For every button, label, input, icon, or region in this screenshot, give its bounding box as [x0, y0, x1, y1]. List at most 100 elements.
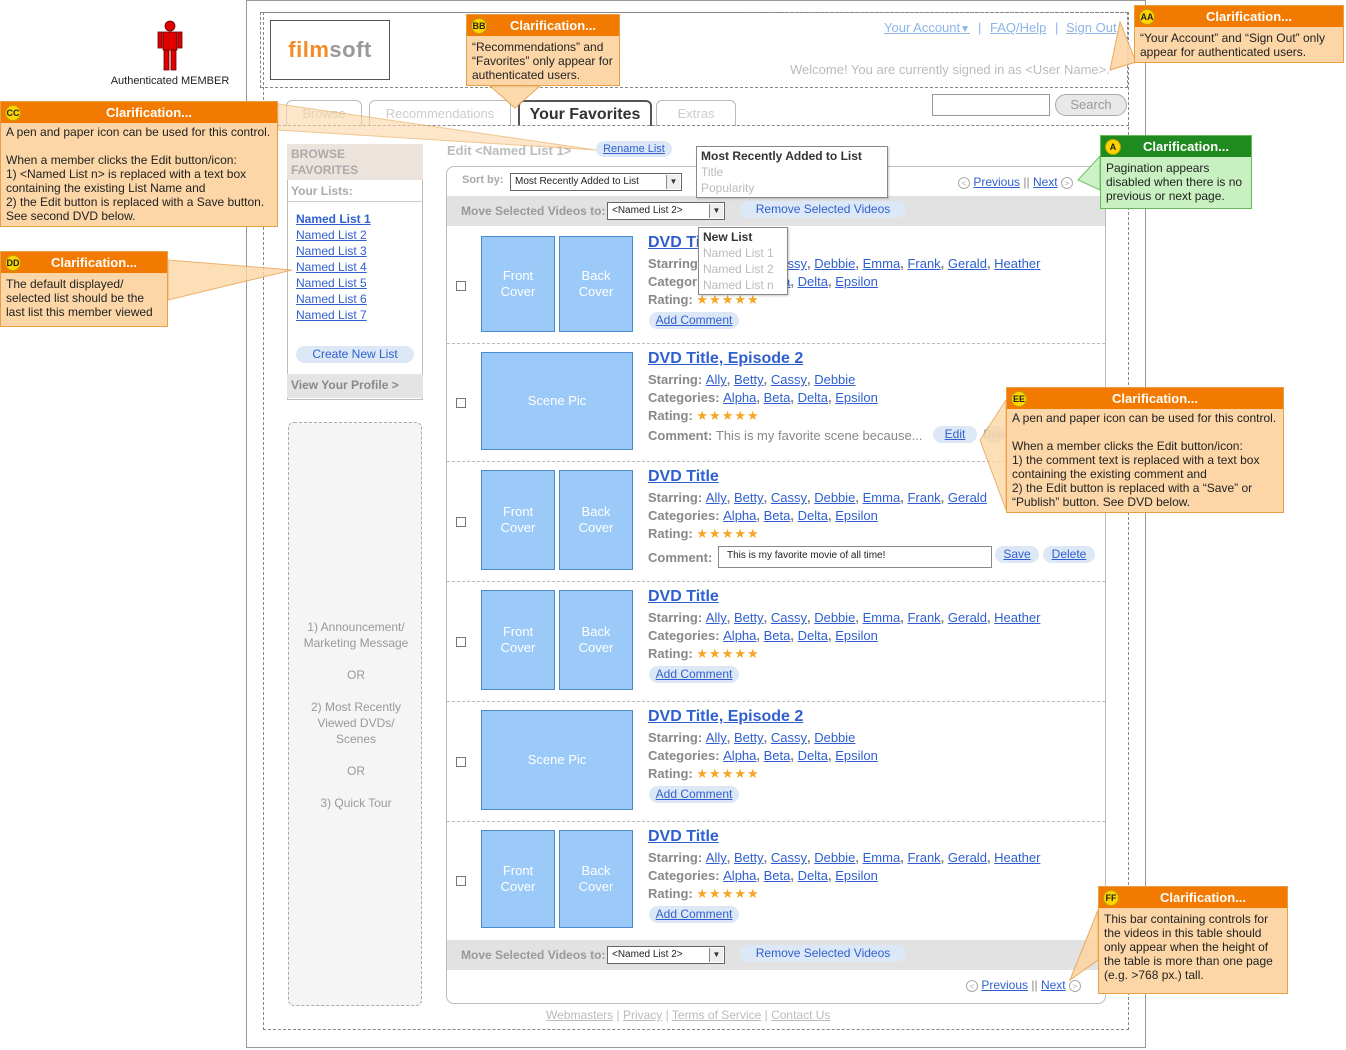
move-option[interactable]: Named List 2: [703, 261, 783, 277]
sort-option[interactable]: Title: [701, 164, 883, 180]
row-checkbox[interactable]: [456, 398, 466, 408]
delete-comment-button[interactable]: Delete: [1043, 546, 1095, 563]
comment-input[interactable]: This is my favorite movie of all time!: [718, 546, 992, 568]
row-checkbox[interactable]: [456, 757, 466, 767]
meta-link[interactable]: Betty: [734, 850, 764, 865]
meta-link[interactable]: Beta: [764, 748, 791, 763]
remove-selected-button-bottom[interactable]: Remove Selected Videos: [740, 945, 906, 962]
sort-select[interactable]: Most Recently Added to List ▼: [510, 173, 682, 191]
meta-link[interactable]: Beta: [764, 508, 791, 523]
meta-link[interactable]: Heather: [994, 610, 1040, 625]
star-rating-icon[interactable]: ★★★★★: [696, 886, 759, 901]
add-comment-button[interactable]: Add Comment: [649, 312, 739, 329]
your-account-link[interactable]: Your Account▼: [884, 20, 970, 35]
meta-link[interactable]: Epsilon: [835, 628, 878, 643]
move-to-select-bottom[interactable]: <Named List 2> ▼: [607, 946, 725, 964]
meta-link[interactable]: Ally: [706, 490, 727, 505]
meta-link[interactable]: Ally: [706, 730, 727, 745]
view-profile-link[interactable]: View Your Profile >: [287, 374, 423, 398]
move-option[interactable]: Named List n: [703, 277, 783, 293]
meta-link[interactable]: Delta: [798, 274, 828, 289]
sidebar-item-named-list-4[interactable]: Named List 4: [296, 260, 367, 274]
back-cover-image[interactable]: Back Cover: [559, 590, 633, 690]
front-cover-image[interactable]: Front Cover: [481, 470, 555, 570]
meta-link[interactable]: Delta: [798, 390, 828, 405]
star-rating-icon[interactable]: ★★★★★: [696, 408, 759, 423]
meta-link[interactable]: Epsilon: [835, 274, 878, 289]
star-rating-icon[interactable]: ★★★★★: [696, 526, 759, 541]
move-to-select[interactable]: <Named List 2> ▼: [607, 202, 725, 220]
row-checkbox[interactable]: [456, 517, 466, 527]
meta-link[interactable]: Betty: [734, 372, 764, 387]
previous-link[interactable]: Previous: [981, 978, 1028, 992]
meta-link[interactable]: Cassy: [771, 610, 807, 625]
meta-link[interactable]: Debbie: [814, 610, 855, 625]
meta-link[interactable]: Debbie: [814, 372, 855, 387]
edit-comment-button[interactable]: Edit: [933, 426, 977, 443]
rename-list-button[interactable]: Rename List: [596, 141, 672, 157]
meta-link[interactable]: Frank: [907, 610, 940, 625]
move-option[interactable]: Named List 1: [703, 245, 783, 261]
front-cover-image[interactable]: Front Cover: [481, 830, 555, 928]
create-new-list-button[interactable]: Create New List: [296, 346, 414, 363]
remove-selected-button[interactable]: Remove Selected Videos: [740, 201, 906, 218]
meta-link[interactable]: Ally: [706, 850, 727, 865]
meta-link[interactable]: Ally: [706, 372, 727, 387]
meta-link[interactable]: Alpha: [723, 748, 756, 763]
meta-link[interactable]: Gerald: [948, 850, 987, 865]
dvd-title-link[interactable]: DVD Title, Episode 2: [648, 350, 803, 368]
meta-link[interactable]: Cassy: [771, 730, 807, 745]
footer-link-webmasters[interactable]: Webmasters: [546, 1008, 613, 1022]
scene-pic-image[interactable]: Scene Pic: [481, 352, 633, 450]
scene-pic-image[interactable]: Scene Pic: [481, 710, 633, 810]
meta-link[interactable]: Emma: [863, 490, 901, 505]
row-checkbox[interactable]: [456, 637, 466, 647]
back-cover-image[interactable]: Back Cover: [559, 236, 633, 332]
meta-link[interactable]: Beta: [764, 628, 791, 643]
meta-link[interactable]: Alpha: [723, 508, 756, 523]
previous-link[interactable]: Previous: [973, 175, 1020, 189]
dvd-title-link[interactable]: DVD Title: [648, 828, 719, 846]
meta-link[interactable]: Delta: [798, 628, 828, 643]
meta-link[interactable]: Betty: [734, 490, 764, 505]
sidebar-item-named-list-3[interactable]: Named List 3: [296, 244, 367, 258]
sidebar-item-named-list-7[interactable]: Named List 7: [296, 308, 367, 322]
back-cover-image[interactable]: Back Cover: [559, 470, 633, 570]
meta-link[interactable]: Emma: [863, 850, 901, 865]
row-checkbox[interactable]: [456, 876, 466, 886]
meta-link[interactable]: Gerald: [948, 256, 987, 271]
meta-link[interactable]: Betty: [734, 610, 764, 625]
meta-link[interactable]: Gerald: [948, 490, 987, 505]
tab-browse[interactable]: Browse: [286, 100, 362, 126]
footer-link-contact[interactable]: Contact Us: [771, 1008, 830, 1022]
meta-link[interactable]: Cassy: [771, 490, 807, 505]
next-link[interactable]: Next: [1033, 175, 1058, 189]
meta-link[interactable]: Cassy: [771, 850, 807, 865]
meta-link[interactable]: Delta: [798, 868, 828, 883]
sidebar-item-named-list-6[interactable]: Named List 6: [296, 292, 367, 306]
meta-link[interactable]: Ally: [706, 610, 727, 625]
back-cover-image[interactable]: Back Cover: [559, 830, 633, 928]
search-button[interactable]: Search: [1055, 94, 1127, 116]
tab-your-favorites[interactable]: Your Favorites: [518, 100, 652, 126]
footer-link-terms[interactable]: Terms of Service: [672, 1008, 761, 1022]
dvd-title-link[interactable]: DVD Title: [648, 588, 719, 606]
meta-link[interactable]: Epsilon: [835, 508, 878, 523]
meta-link[interactable]: Alpha: [723, 390, 756, 405]
meta-link[interactable]: Delta: [798, 748, 828, 763]
sidebar-item-named-list-1[interactable]: Named List 1: [296, 212, 371, 226]
sidebar-item-named-list-2[interactable]: Named List 2: [296, 228, 367, 242]
meta-link[interactable]: Epsilon: [835, 390, 878, 405]
dvd-title-link[interactable]: DVD Title, Episode 2: [648, 708, 803, 726]
meta-link[interactable]: Frank: [907, 850, 940, 865]
meta-link[interactable]: Betty: [734, 730, 764, 745]
sort-option[interactable]: Popularity: [701, 180, 883, 196]
front-cover-image[interactable]: Front Cover: [481, 236, 555, 332]
meta-link[interactable]: Debbie: [814, 256, 855, 271]
meta-link[interactable]: Epsilon: [835, 748, 878, 763]
meta-link[interactable]: Frank: [907, 256, 940, 271]
meta-link[interactable]: Emma: [863, 256, 901, 271]
sidebar-item-named-list-5[interactable]: Named List 5: [296, 276, 367, 290]
star-rating-icon[interactable]: ★★★★★: [696, 766, 759, 781]
meta-link[interactable]: Epsilon: [835, 868, 878, 883]
